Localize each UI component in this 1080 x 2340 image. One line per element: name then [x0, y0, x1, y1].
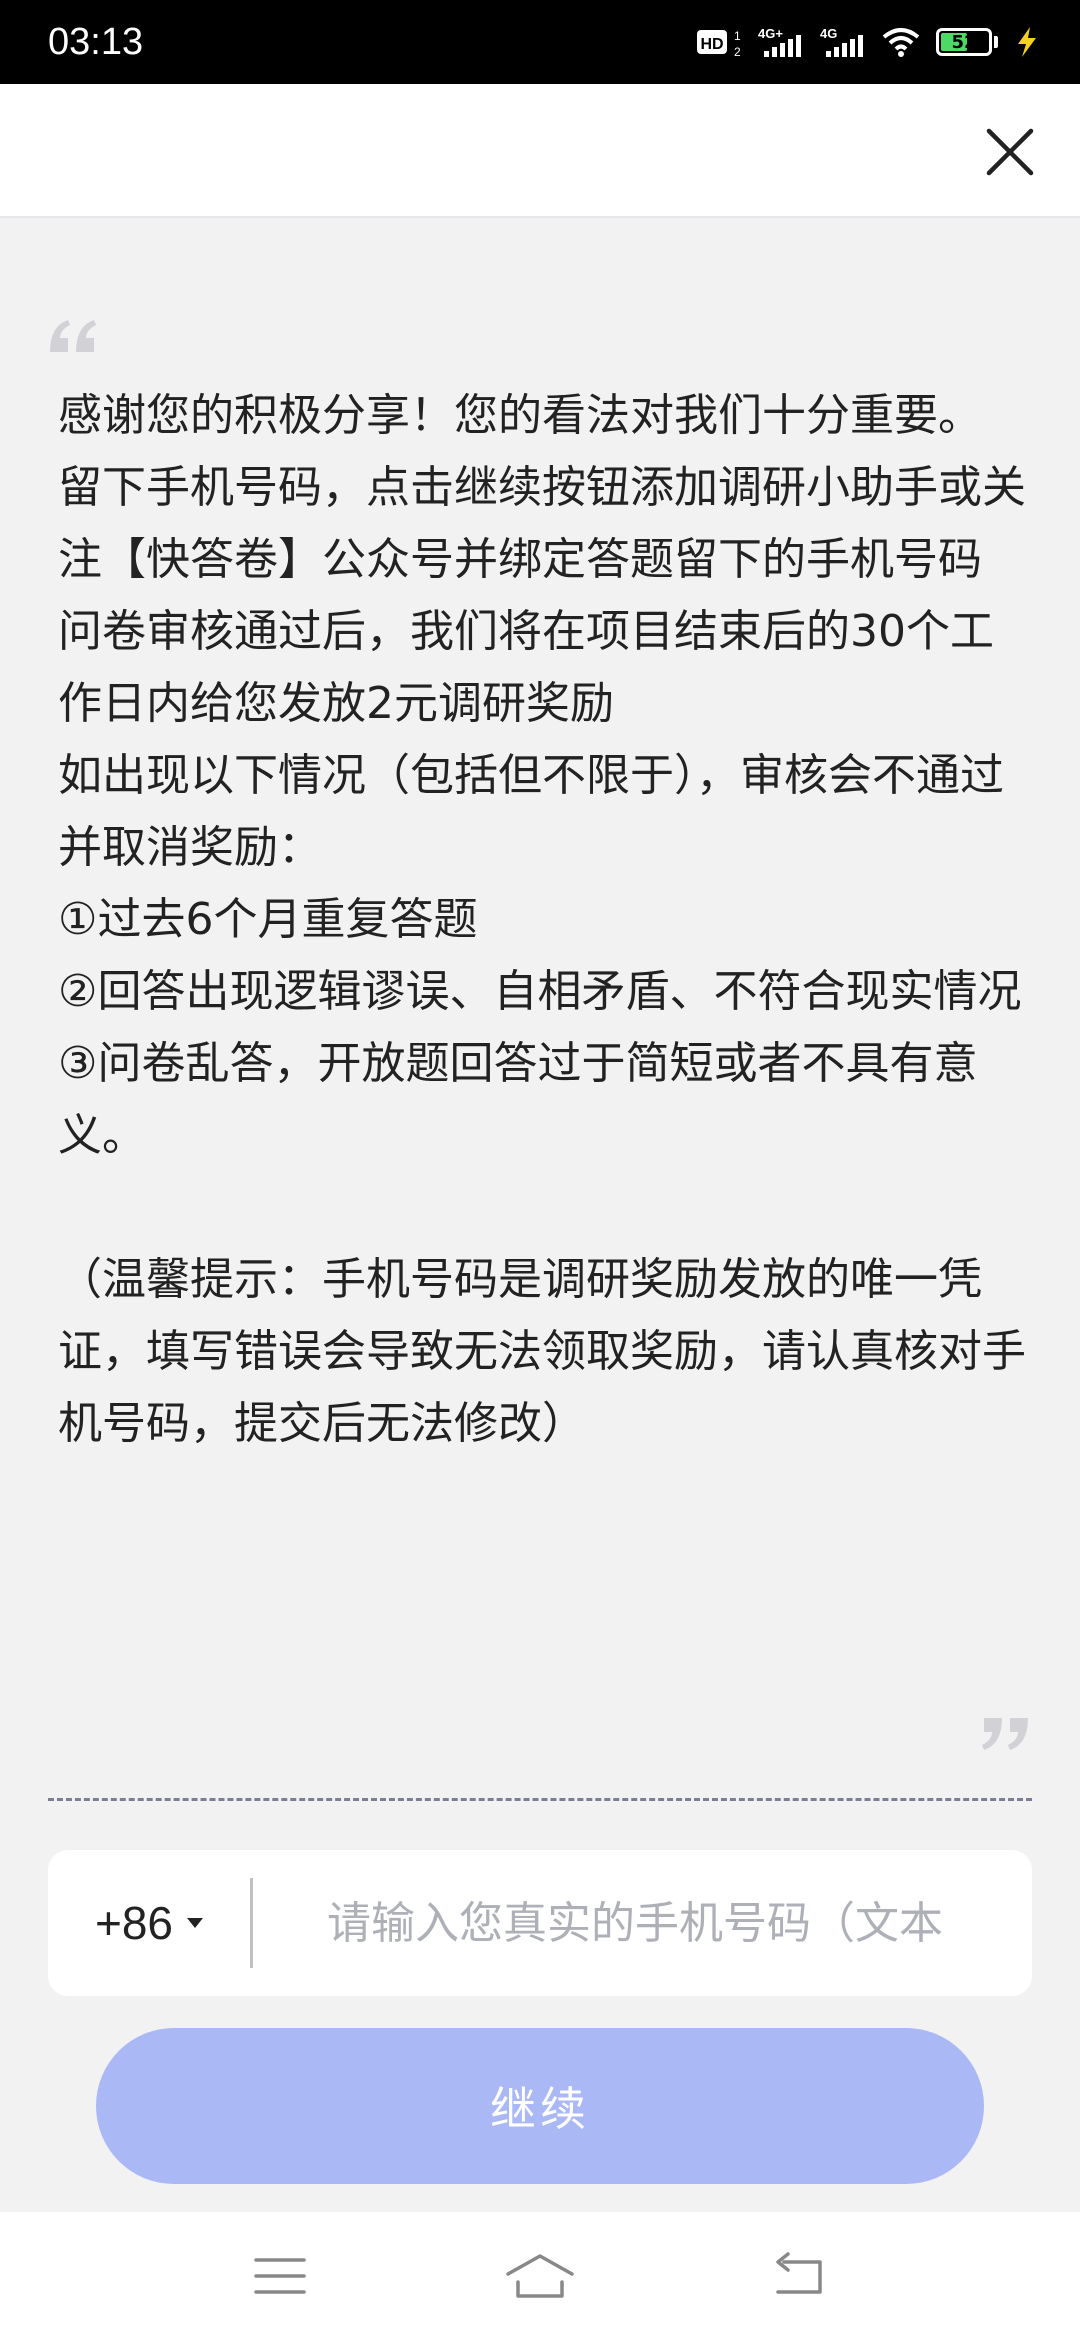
- hd-icon: HD 1 2: [696, 26, 742, 58]
- phone-input-box: +86: [48, 1850, 1032, 1996]
- battery-level: 52: [951, 31, 977, 53]
- close-button[interactable]: [980, 122, 1040, 182]
- phone-number-input[interactable]: [253, 1850, 1032, 1996]
- wifi-icon: [882, 27, 920, 57]
- battery-icon: 52: [936, 28, 998, 56]
- country-code-selector[interactable]: +86: [48, 1850, 250, 1996]
- message-paragraph: ①过去6个月重复答题: [58, 894, 478, 945]
- svg-text:1: 1: [734, 29, 741, 43]
- menu-icon: [254, 2258, 306, 2294]
- signal-4g-icon: 4G: [820, 25, 866, 59]
- content-area: 感谢您的积极分享！您的看法对我们十分重要。 留下手机号码，点击继续按钮添加调研小…: [0, 220, 1080, 2212]
- home-button[interactable]: [490, 2241, 590, 2311]
- close-icon: [986, 128, 1034, 176]
- top-bar: [0, 84, 1080, 218]
- charging-icon: [1014, 25, 1040, 59]
- continue-button[interactable]: 继续: [96, 2028, 984, 2184]
- message-paragraph: ③问卷乱答，开放题回答过于简短或者不具有意义。: [58, 1038, 978, 1161]
- message-paragraph: （温馨提示：手机号码是调研奖励发放的唯一凭证，填写错误会导致无法领取奖励，请认真…: [58, 1254, 1026, 1449]
- back-button[interactable]: [750, 2241, 850, 2311]
- svg-text:4G: 4G: [820, 26, 837, 41]
- status-time: 03:13: [48, 20, 144, 63]
- menu-button[interactable]: [230, 2241, 330, 2311]
- message-paragraph: ②回答出现逻辑谬误、自相矛盾、不符合现实情况: [58, 966, 1022, 1017]
- message-paragraph: 留下手机号码，点击继续按钮添加调研小助手或关注【快答卷】公众号并绑定答题留下的手…: [58, 462, 1026, 585]
- dashed-divider: [48, 1798, 1032, 1801]
- home-icon: [506, 2254, 574, 2298]
- svg-text:HD: HD: [700, 36, 723, 53]
- close-quote-icon: [982, 1718, 1028, 1750]
- message-paragraph: 问卷审核通过后，我们将在项目结束后的30个工作日内给您发放2元调研奖励: [58, 606, 994, 729]
- signal-4g-plus-icon: 4G+: [758, 25, 804, 59]
- open-quote-icon: [50, 320, 96, 352]
- caret-down-icon: [187, 1918, 204, 1928]
- message-paragraph: 感谢您的积极分享！您的看法对我们十分重要。: [58, 390, 982, 441]
- message-paragraph: [58, 1172, 1028, 1244]
- svg-text:4G+: 4G+: [758, 26, 783, 41]
- country-code-label: +86: [94, 1897, 174, 1949]
- status-icons: HD 1 2 4G+ 4G 52: [696, 25, 1040, 59]
- status-bar: 03:13 HD 1 2 4G+ 4G 52: [0, 0, 1080, 84]
- navigation-bar: [0, 2212, 1080, 2340]
- back-icon: [776, 2252, 822, 2294]
- svg-text:2: 2: [734, 45, 741, 58]
- thank-you-message: 感谢您的积极分享！您的看法对我们十分重要。 留下手机号码，点击继续按钮添加调研小…: [58, 380, 1028, 1460]
- message-paragraph: 如出现以下情况（包括但不限于），审核会不通过并取消奖励：: [58, 750, 1004, 873]
